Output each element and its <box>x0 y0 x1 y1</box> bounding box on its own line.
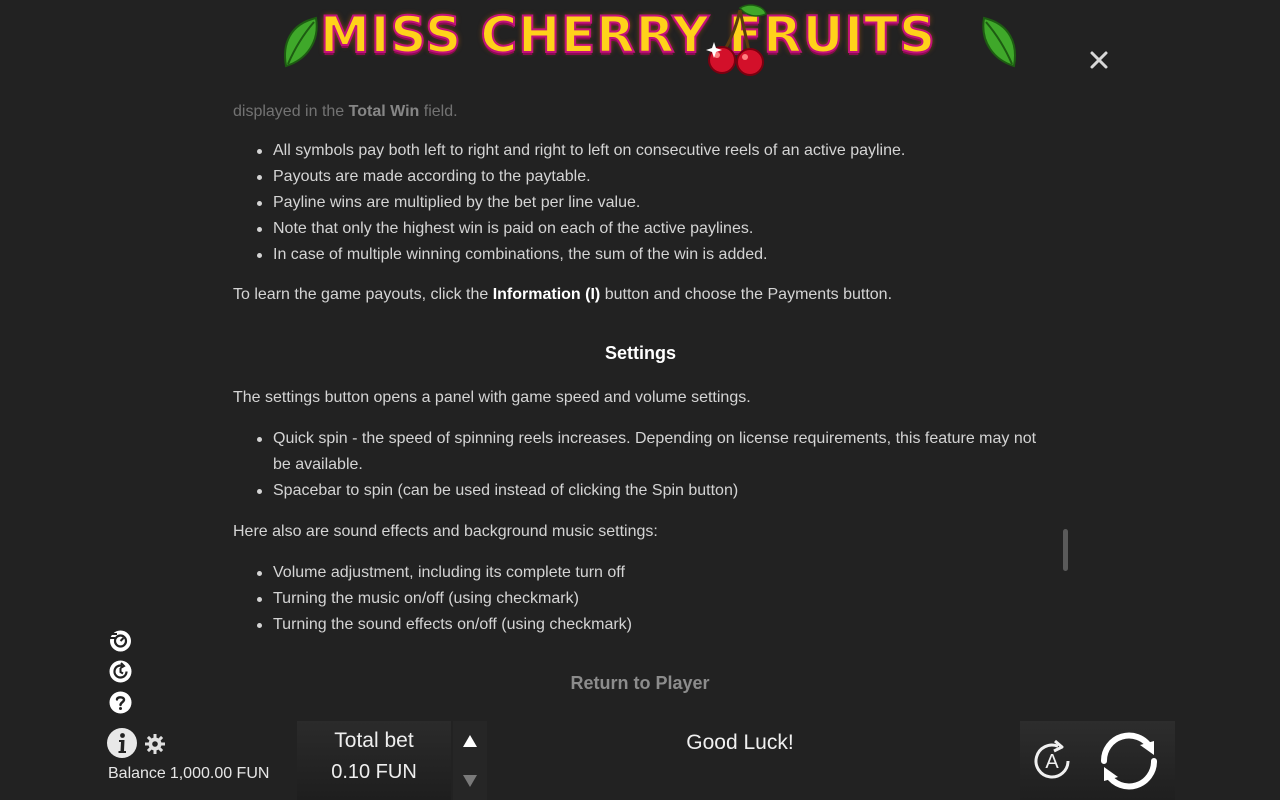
list-item: Spacebar to spin (can be used instead of… <box>253 478 1043 504</box>
total-bet-value: 0.10 FUN <box>331 761 417 783</box>
turbo-icon[interactable] <box>108 628 133 653</box>
settings-intro: The settings button opens a panel with g… <box>233 389 751 406</box>
list-item: Payouts are made according to the paytab… <box>253 164 1043 190</box>
autoplay-icon: A <box>1034 739 1070 779</box>
list-item: Turning the sound effects on/off (using … <box>253 612 1043 638</box>
win-rules-list: All symbols pay both left to right and r… <box>253 138 1043 268</box>
section-title-settings: Settings <box>604 343 676 363</box>
status-message: Good Luck! <box>686 731 794 754</box>
list-item: Quick spin - the speed of spinning reels… <box>253 426 1043 478</box>
balance-value: 1,000.00 FUN <box>169 765 270 782</box>
sound-list: Volume adjustment, including its complet… <box>253 560 1043 638</box>
help-icon[interactable] <box>108 690 133 715</box>
close-icon[interactable] <box>1086 47 1112 73</box>
list-item: Payline wins are multiplied by the bet p… <box>253 190 1043 216</box>
faded-paragraph: displayed in the Total Win field. <box>233 103 458 120</box>
leaf-icon <box>982 16 1016 68</box>
balance-display: Balance 1,000.00 FUN <box>108 765 273 783</box>
list-item: All symbols pay both left to right and r… <box>253 138 1043 164</box>
spin-icon <box>1100 732 1158 790</box>
sound-intro: Here also are sound effects and backgrou… <box>233 523 658 540</box>
spin-button[interactable] <box>1084 721 1175 800</box>
info-icon[interactable] <box>106 727 138 759</box>
settings-list: Quick spin - the speed of spinning reels… <box>253 426 1043 504</box>
gear-icon[interactable] <box>144 733 166 755</box>
total-bet-label: Total bet <box>334 729 414 752</box>
bet-decrease-icon[interactable] <box>462 774 478 788</box>
bet-increase-icon[interactable] <box>462 734 478 748</box>
history-icon[interactable] <box>108 659 133 684</box>
balance-label: Balance <box>108 765 166 782</box>
list-item: In case of multiple winning combinations… <box>253 242 1043 268</box>
return-to-player-button[interactable]: Return to Player <box>540 668 740 698</box>
list-item: Volume adjustment, including its complet… <box>253 560 1043 586</box>
scrollbar[interactable] <box>1063 529 1068 571</box>
list-item: Note that only the highest win is paid o… <box>253 216 1043 242</box>
total-bet-panel: Total bet 0.10 FUN <box>297 721 451 800</box>
payouts-paragraph: To learn the game payouts, click the Inf… <box>233 286 893 303</box>
autoplay-button[interactable]: A <box>1020 721 1084 800</box>
cherry-icon <box>706 4 767 76</box>
list-item: Turning the music on/off (using checkmar… <box>253 586 1043 612</box>
bet-stepper <box>453 721 487 800</box>
logo-text: MISS CHERRY FRUITS <box>319 5 937 65</box>
leaf-icon <box>284 16 318 68</box>
autoplay-letter: A <box>1045 751 1059 773</box>
game-logo: MISS CHERRY FRUITS <box>280 0 1020 80</box>
